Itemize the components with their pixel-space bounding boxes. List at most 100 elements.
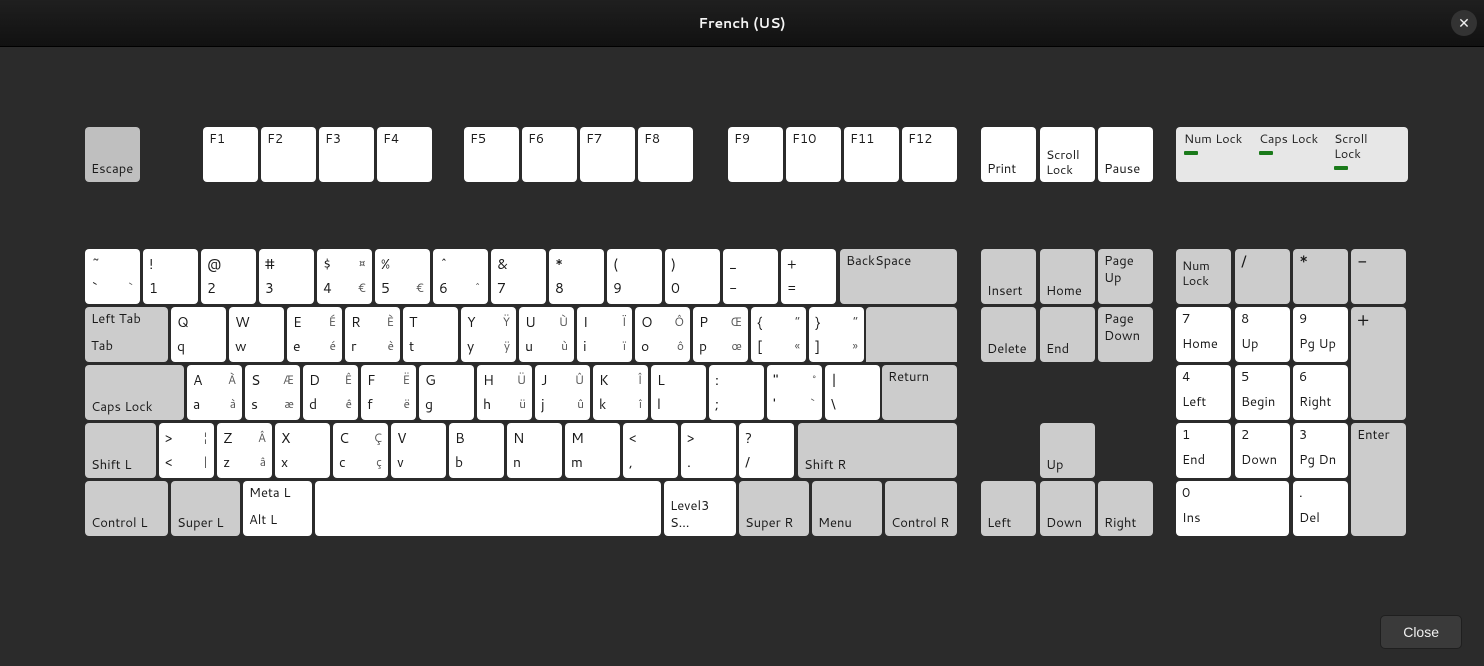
key-escape[interactable]: Escape bbox=[85, 127, 140, 182]
key-qrow-5[interactable]: YŸyÿ bbox=[461, 307, 516, 362]
key-qrow-6[interactable]: UÙuù bbox=[519, 307, 574, 362]
key-arow-10[interactable]: "°'` bbox=[767, 365, 822, 420]
key-arow-3[interactable]: FËfë bbox=[361, 365, 416, 420]
key-super-right[interactable]: Super R bbox=[739, 481, 809, 536]
key-numpad-1[interactable]: 1End bbox=[1176, 423, 1231, 478]
key-f11[interactable]: F11 bbox=[844, 127, 899, 182]
key-arow-8[interactable]: Ll bbox=[651, 365, 706, 420]
key-numpad-divide[interactable]: / bbox=[1235, 249, 1290, 304]
key-numpad-7[interactable]: 7Home bbox=[1176, 307, 1231, 362]
key-numrow-6[interactable]: ^6^ bbox=[433, 249, 488, 304]
key-zrow-4[interactable]: Bb bbox=[449, 423, 504, 478]
key-f6[interactable]: F6 bbox=[522, 127, 577, 182]
key-arow-7[interactable]: KÎkî bbox=[593, 365, 648, 420]
key-numrow-2[interactable]: @2 bbox=[201, 249, 256, 304]
key-arow-4[interactable]: Gg bbox=[419, 365, 474, 420]
key-tab[interactable]: Left Tab Tab bbox=[85, 307, 168, 362]
key-numpad-4[interactable]: 4Left bbox=[1176, 365, 1231, 420]
key-f10[interactable]: F10 bbox=[786, 127, 841, 182]
key-arow-11[interactable]: |\ bbox=[825, 365, 880, 420]
key-zrow-1[interactable]: Xx bbox=[275, 423, 330, 478]
key-qrow-10[interactable]: {“[« bbox=[751, 307, 806, 362]
key-numpad-3[interactable]: 3Pg Dn bbox=[1293, 423, 1348, 478]
key-numrow-4[interactable]: $¤4€ bbox=[317, 249, 372, 304]
key-zrow-3[interactable]: Vv bbox=[391, 423, 446, 478]
key-numpad-0[interactable]: 0Ins bbox=[1176, 481, 1289, 536]
key-arow-9[interactable]: :; bbox=[709, 365, 764, 420]
key-shift-left[interactable]: Shift L bbox=[85, 423, 156, 478]
key-numpad-multiply[interactable]: * bbox=[1293, 249, 1348, 304]
key-backspace[interactable]: BackSpace bbox=[840, 249, 957, 304]
key-left[interactable]: Left bbox=[981, 481, 1036, 536]
key-qrow-0[interactable]: Qq bbox=[171, 307, 226, 362]
key-zrow-9[interactable]: ?/ bbox=[739, 423, 794, 478]
key-numrow-3[interactable]: #3 bbox=[259, 249, 314, 304]
key-qrow-1[interactable]: Ww bbox=[229, 307, 284, 362]
key-zrow-5[interactable]: Nn bbox=[507, 423, 562, 478]
key-qrow-11[interactable]: }”]» bbox=[809, 307, 864, 362]
key-level3-shift[interactable]: Level3 S… bbox=[664, 481, 736, 536]
key-lessgreater[interactable]: >¦ <| bbox=[159, 423, 214, 478]
key-up[interactable]: Up bbox=[1040, 423, 1095, 478]
key-arow-2[interactable]: DÊdê bbox=[303, 365, 358, 420]
key-numpad-6[interactable]: 6Right bbox=[1293, 365, 1348, 420]
key-arow-0[interactable]: AÀaà bbox=[187, 365, 242, 420]
key-super-left[interactable]: Super L bbox=[171, 481, 240, 536]
key-caps-lock[interactable]: Caps Lock bbox=[85, 365, 184, 420]
key-numpad-decimal[interactable]: .Del bbox=[1293, 481, 1348, 536]
key-print[interactable]: Print bbox=[981, 127, 1036, 182]
key-pause[interactable]: Pause bbox=[1098, 127, 1153, 182]
key-qrow-7[interactable]: IÏiï bbox=[577, 307, 632, 362]
close-button[interactable]: Close bbox=[1380, 615, 1462, 649]
key-down[interactable]: Down bbox=[1040, 481, 1095, 536]
key-f8[interactable]: F8 bbox=[638, 127, 693, 182]
key-shift-right[interactable]: Shift R bbox=[798, 423, 957, 478]
key-numrow-12[interactable]: += bbox=[781, 249, 836, 304]
key-right[interactable]: Right bbox=[1098, 481, 1153, 536]
key-numrow-8[interactable]: *8 bbox=[549, 249, 604, 304]
key-numpad-9[interactable]: 9Pg Up bbox=[1293, 307, 1348, 362]
key-numpad-enter[interactable]: Enter bbox=[1351, 423, 1406, 536]
window-close-button[interactable]: ✕ bbox=[1451, 10, 1477, 36]
key-meta-alt-left[interactable]: Meta LAlt L bbox=[243, 481, 312, 536]
key-numrow-7[interactable]: &7 bbox=[491, 249, 546, 304]
key-f2[interactable]: F2 bbox=[261, 127, 316, 182]
key-qrow-9[interactable]: PŒpœ bbox=[693, 307, 748, 362]
key-end[interactable]: End bbox=[1040, 307, 1095, 362]
key-arow-6[interactable]: JÛjû bbox=[535, 365, 590, 420]
key-page-up[interactable]: PageUp bbox=[1098, 249, 1153, 304]
key-arow-1[interactable]: SÆsæ bbox=[245, 365, 300, 420]
key-numpad-8[interactable]: 8Up bbox=[1235, 307, 1290, 362]
key-zrow-6[interactable]: Mm bbox=[565, 423, 620, 478]
key-f3[interactable]: F3 bbox=[319, 127, 374, 182]
key-num-lock[interactable]: Num Lock bbox=[1176, 249, 1231, 304]
key-numpad-2[interactable]: 2Down bbox=[1235, 423, 1290, 478]
key-zrow-8[interactable]: >. bbox=[681, 423, 736, 478]
key-zrow-0[interactable]: ZÂzâ bbox=[217, 423, 272, 478]
key-f7[interactable]: F7 bbox=[580, 127, 635, 182]
key-numrow-10[interactable]: )0 bbox=[665, 249, 720, 304]
key-f9[interactable]: F9 bbox=[728, 127, 783, 182]
key-qrow-4[interactable]: Tt bbox=[403, 307, 458, 362]
key-return-upper[interactable] bbox=[866, 307, 957, 362]
key-zrow-7[interactable]: <, bbox=[623, 423, 678, 478]
key-return[interactable]: Return bbox=[882, 365, 957, 420]
key-insert[interactable]: Insert bbox=[981, 249, 1036, 304]
key-numpad-subtract[interactable]: - bbox=[1351, 249, 1406, 304]
key-control-right[interactable]: Control R bbox=[885, 481, 957, 536]
key-arow-5[interactable]: HÜhü bbox=[477, 365, 532, 420]
key-numrow-11[interactable]: _- bbox=[723, 249, 778, 304]
key-f5[interactable]: F5 bbox=[464, 127, 519, 182]
key-qrow-8[interactable]: OÔoô bbox=[635, 307, 690, 362]
key-numrow-9[interactable]: (9 bbox=[607, 249, 662, 304]
key-f1[interactable]: F1 bbox=[203, 127, 258, 182]
key-zrow-2[interactable]: CÇcç bbox=[333, 423, 388, 478]
key-delete[interactable]: Delete bbox=[981, 307, 1036, 362]
key-f4[interactable]: F4 bbox=[377, 127, 432, 182]
key-qrow-3[interactable]: RÈrè bbox=[345, 307, 400, 362]
key-menu[interactable]: Menu bbox=[812, 481, 882, 536]
key-control-left[interactable]: Control L bbox=[85, 481, 168, 536]
key-numrow-5[interactable]: %5€ bbox=[375, 249, 430, 304]
key-qrow-2[interactable]: EÉeé bbox=[287, 307, 342, 362]
key-page-down[interactable]: PageDown bbox=[1098, 307, 1153, 362]
